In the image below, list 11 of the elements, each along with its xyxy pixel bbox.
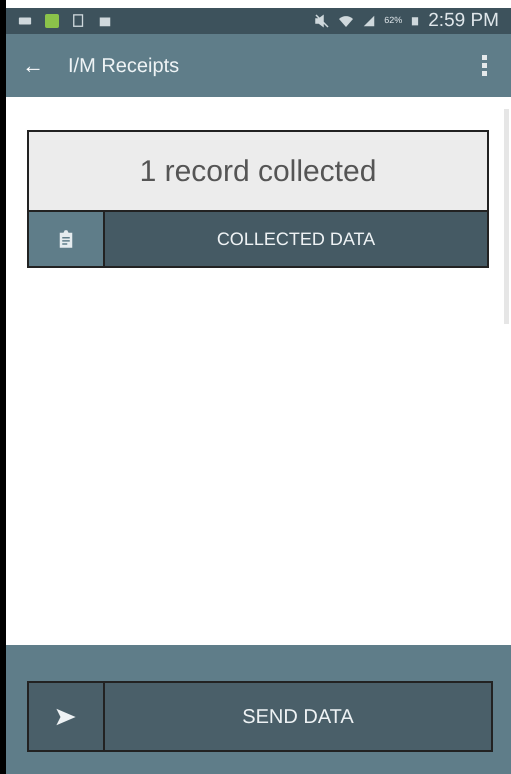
- send-data-button[interactable]: SEND DATA: [105, 683, 491, 750]
- screen-title: I/M Receipts: [68, 54, 180, 78]
- record-count: 1 record collected: [138, 154, 378, 190]
- app-icon: [44, 13, 60, 29]
- signal-icon: [362, 14, 376, 28]
- back-button[interactable]: ←: [22, 54, 44, 76]
- clock: 2:59 PM: [428, 8, 499, 33]
- battery-percent: 62%: [384, 14, 402, 28]
- mute-icon: [314, 13, 330, 29]
- collected-data-button[interactable]: COLLECTED DATA: [105, 212, 487, 266]
- wifi-icon: [338, 13, 354, 29]
